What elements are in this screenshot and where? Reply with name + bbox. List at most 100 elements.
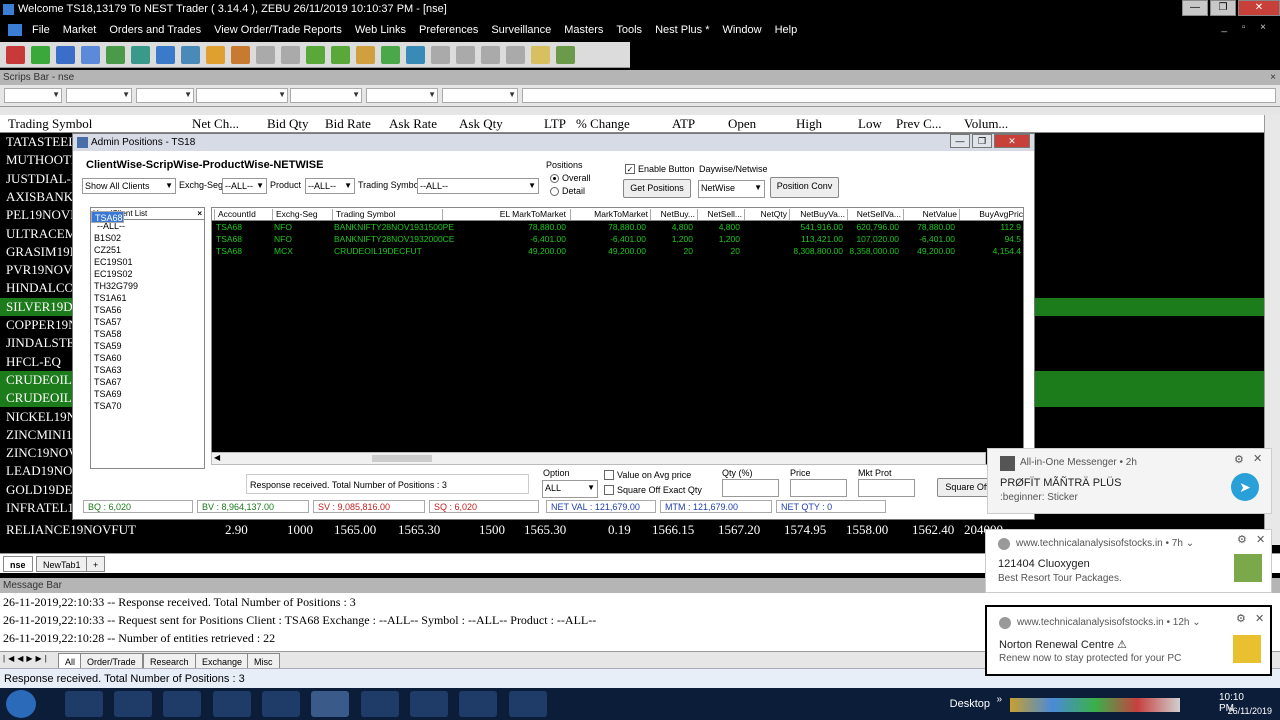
- col-net-buy-value[interactable]: NetBuyVa...: [789, 209, 847, 220]
- nest-trader-active-icon[interactable]: [311, 691, 349, 717]
- user-list-item[interactable]: TSA60: [91, 352, 204, 364]
- col-ask-qty[interactable]: Ask Qty: [459, 116, 503, 132]
- order-book-icon[interactable]: [106, 45, 125, 64]
- col-net-buy[interactable]: NetBuy...: [650, 209, 697, 220]
- menu-window[interactable]: Window: [722, 24, 761, 36]
- internet-explorer-icon[interactable]: [65, 691, 103, 717]
- expiry-select[interactable]: ▼: [196, 88, 288, 103]
- col-trading-symbol[interactable]: Trading Symbol: [332, 209, 395, 220]
- col-mtm[interactable]: MarkToMarket: [570, 209, 650, 220]
- sell-order-icon[interactable]: [31, 45, 50, 64]
- notification-cluoxygen[interactable]: www.technicalanalysisofstocks.in • 7h ⌄ …: [985, 529, 1272, 593]
- user-list-item[interactable]: TSA58: [91, 328, 204, 340]
- mdi-window-controls[interactable]: _ ▫ ×: [1221, 22, 1272, 33]
- alerts-icon[interactable]: [356, 45, 375, 64]
- user-list-item[interactable]: TSA56: [91, 304, 204, 316]
- user-list-item[interactable]: TS1A61: [91, 292, 204, 304]
- market-watch-icon[interactable]: [56, 45, 75, 64]
- netwise-select[interactable]: NetWise ▼: [698, 180, 765, 198]
- basket-order-icon[interactable]: [331, 45, 350, 64]
- search-icon[interactable]: [81, 45, 100, 64]
- price-input[interactable]: [790, 479, 847, 497]
- col-ltp[interactable]: LTP: [544, 116, 566, 132]
- basket-icon[interactable]: [306, 45, 325, 64]
- positions-icon[interactable]: [156, 45, 175, 64]
- show-all-clients-select[interactable]: Show All Clients ▼: [82, 178, 176, 194]
- msg-tab-misc[interactable]: Misc: [247, 653, 280, 669]
- menu-surveillance[interactable]: Surveillance: [491, 24, 551, 36]
- clock-date[interactable]: 26/11/2019: [1228, 706, 1272, 716]
- menu-tools[interactable]: Tools: [616, 24, 642, 36]
- col-bid-qty[interactable]: Bid Qty: [267, 116, 309, 132]
- tab-newtab1[interactable]: NewTab1: [36, 556, 88, 572]
- chrome-icon[interactable]: [361, 691, 399, 717]
- msg-tab-all[interactable]: All: [58, 653, 83, 669]
- position-conv-button[interactable]: Position Conv: [770, 177, 839, 198]
- tray-icons[interactable]: [1010, 698, 1180, 712]
- message-nav-arrows[interactable]: |◀◀▶▶|: [3, 654, 50, 663]
- positions-table[interactable]: AccountId Exchg-Seg Trading Symbol EL Ma…: [211, 207, 1024, 465]
- col-el-mtm[interactable]: EL MarkToMarket: [442, 209, 570, 220]
- position-row[interactable]: TSA68 NFO BANKNIFTY28NOV1932000CE -6,401.00…: [212, 234, 1023, 246]
- user-list-item[interactable]: CZ251: [91, 244, 204, 256]
- notification-norton[interactable]: www.technicalanalysisofstocks.in • 12h ⌄…: [985, 605, 1272, 676]
- overall-radio[interactable]: [550, 174, 559, 183]
- enable-button-checkbox[interactable]: ✓: [625, 164, 635, 174]
- position-row[interactable]: TSA68 MCX CRUDEOIL19DECFUT 49,200.00 49,200.…: [212, 246, 1023, 258]
- nest-menu-icon[interactable]: [8, 23, 22, 36]
- word-icon[interactable]: [459, 691, 497, 717]
- user-list-item[interactable]: EC19S01: [91, 256, 204, 268]
- msg-tab-exchange[interactable]: Exchange: [195, 653, 250, 669]
- exchg-seg-select[interactable]: --ALL-- ▼: [222, 178, 267, 194]
- notes-icon[interactable]: [531, 45, 550, 64]
- strike-select[interactable]: ▼: [366, 88, 438, 103]
- user-list-item[interactable]: TSA57: [91, 316, 204, 328]
- col-exchg-seg[interactable]: Exchg-Seg: [272, 209, 318, 220]
- user-list-item[interactable]: TSA63: [91, 364, 204, 376]
- nest-trader-icon[interactable]: [262, 691, 300, 717]
- col-atp[interactable]: ATP: [672, 116, 695, 132]
- close-icon[interactable]: ✕: [1253, 452, 1262, 465]
- media-player-icon[interactable]: [163, 691, 201, 717]
- menu-preferences[interactable]: Preferences: [419, 24, 478, 36]
- user-list-item[interactable]: EC19S02: [91, 268, 204, 280]
- close-button[interactable]: ✕: [1238, 0, 1280, 16]
- users-icon[interactable]: [381, 45, 400, 64]
- scrip-search-input[interactable]: [522, 88, 1276, 103]
- value-on-avg-checkbox[interactable]: [604, 470, 614, 480]
- positions-horizontal-scrollbar[interactable]: ◀: [211, 452, 986, 465]
- option-type-select[interactable]: ▼: [290, 88, 362, 103]
- symbol-select[interactable]: ▼: [136, 88, 194, 103]
- tab-nse[interactable]: nse: [3, 556, 33, 572]
- user-list-item[interactable]: TSA68: [91, 211, 124, 223]
- col-prev-close[interactable]: Prev C...: [896, 116, 942, 132]
- menu-web-links[interactable]: Web Links: [355, 24, 406, 36]
- user-client-list[interactable]: User/Client List× --ALL--B1S02CZ251EC19S…: [90, 207, 205, 469]
- opera-icon[interactable]: [213, 691, 251, 717]
- col-ask-rate[interactable]: Ask Rate: [389, 116, 437, 132]
- user-list-item[interactable]: TSA69: [91, 388, 204, 400]
- user-list-close[interactable]: ×: [197, 208, 202, 220]
- option-select[interactable]: ALL ▼: [542, 480, 598, 498]
- close-icon[interactable]: ✕: [1256, 533, 1265, 546]
- start-button-icon[interactable]: [6, 690, 36, 718]
- admin-positions-titlebar[interactable]: Admin Positions - TS18 — ❐ ✕: [73, 134, 1034, 151]
- detail-radio[interactable]: [550, 187, 559, 196]
- msg-tab-order-trade[interactable]: Order/Trade: [80, 653, 143, 669]
- user-list-item[interactable]: TSA59: [91, 340, 204, 352]
- user-list-item[interactable]: TH32G799: [91, 280, 204, 292]
- desktop-toolbar-label[interactable]: Desktop: [950, 698, 990, 710]
- user-list-item[interactable]: B1S02: [91, 232, 204, 244]
- col-account-id[interactable]: AccountId: [214, 209, 256, 220]
- col-high[interactable]: High: [796, 116, 822, 132]
- scrips-bar-close[interactable]: ×: [1270, 70, 1276, 85]
- col-net-change[interactable]: Net Ch...: [192, 116, 239, 132]
- scroll-thumb[interactable]: [372, 455, 432, 462]
- col-trading-symbol[interactable]: Trading Symbol: [8, 116, 92, 132]
- mkt-prot-input[interactable]: [858, 479, 915, 497]
- col-net-sell-value[interactable]: NetSellVa...: [847, 209, 903, 220]
- col-bid-rate[interactable]: Bid Rate: [325, 116, 371, 132]
- user-list-item[interactable]: TSA70: [91, 400, 204, 412]
- menu-market[interactable]: Market: [63, 24, 97, 36]
- user-list-item[interactable]: TSA67: [91, 376, 204, 388]
